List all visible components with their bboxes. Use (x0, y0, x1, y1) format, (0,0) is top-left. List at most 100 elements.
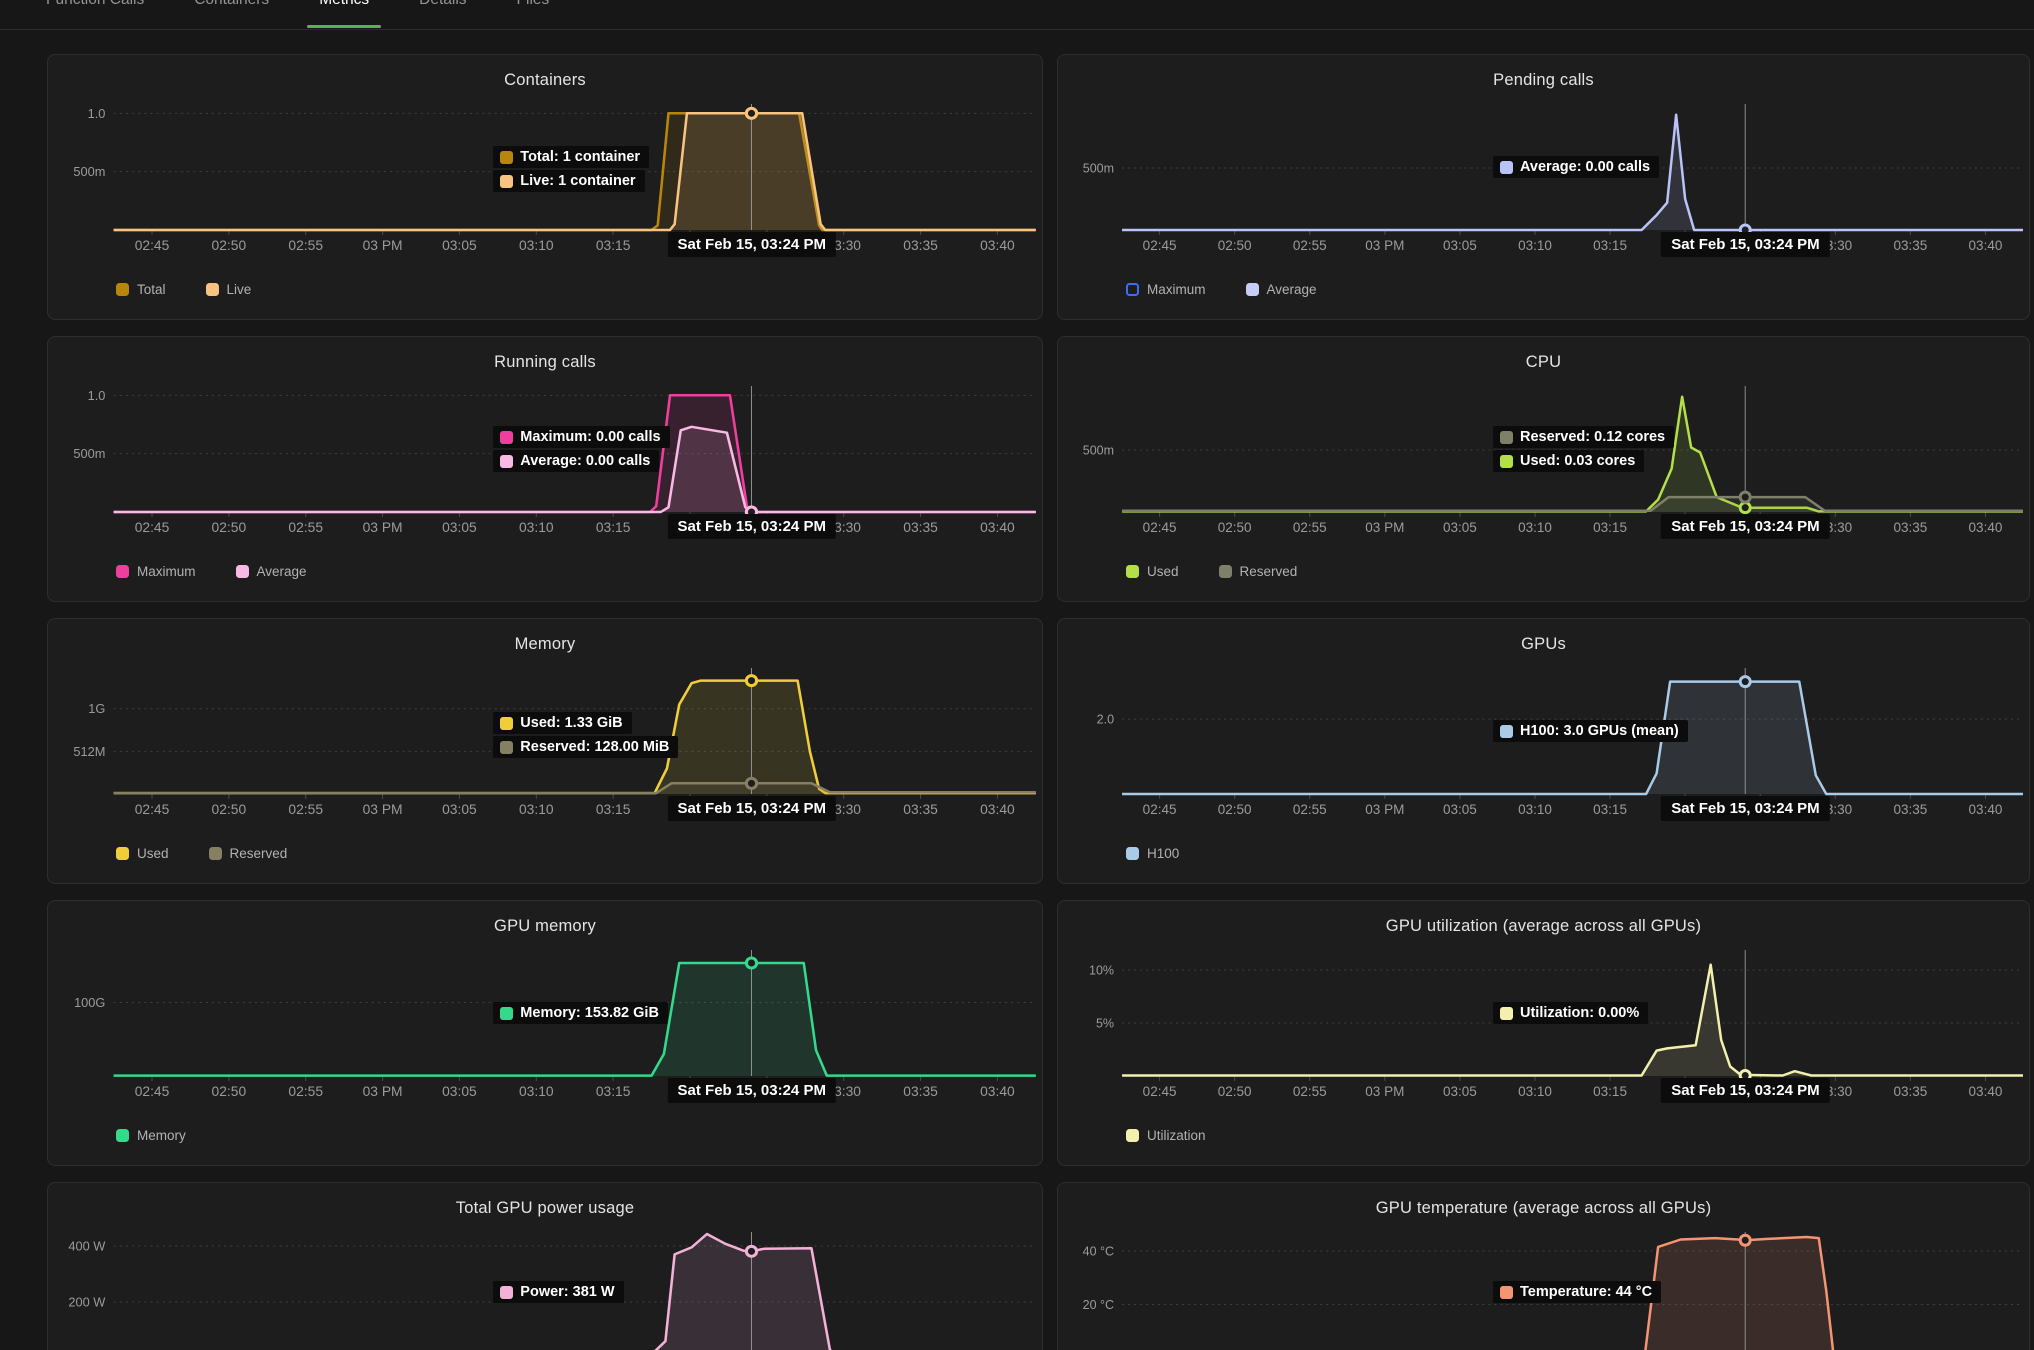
chart-card-gpu-memory: GPU memory 100G02:4502:5002:5503 PM03:05… (47, 900, 1043, 1166)
chart-canvas[interactable]: 1G512M02:4502:5002:5503 PM03:0503:1003:1… (48, 656, 1042, 836)
x-axis-tick-label: 02:45 (1143, 1084, 1177, 1099)
active-tab-underline-indicator (307, 25, 381, 28)
x-axis-tick-label: 03:20 (673, 238, 708, 253)
chart-plot-area[interactable]: 1G512M02:4502:5002:5503 PM03:0503:1003:1… (48, 656, 1042, 836)
chart-card-gpu-utilization-average-across-all-gpus: GPU utilization (average across all GPUs… (1057, 900, 2030, 1166)
legend-label: Total (137, 282, 166, 297)
tab-bar: Function Calls Containers Metrics Details Fi… (0, 0, 2034, 30)
series-line-utilization (1122, 965, 2023, 1076)
legend-item-average[interactable]: Average (236, 564, 307, 579)
legend-item-memory[interactable]: Memory (116, 1128, 186, 1143)
x-axis-tick-label: 03:40 (1969, 802, 2003, 817)
chart-plot-area[interactable]: 1.0500m02:4502:5002:5503 PM03:0503:1003:… (48, 92, 1042, 272)
chart-plot-area[interactable]: 10%5%02:4502:5002:5503 PM03:0503:1003:15… (1058, 938, 2029, 1118)
chart-canvas[interactable]: 10%5%02:4502:5002:5503 PM03:0503:1003:15… (1058, 938, 2029, 1118)
x-axis-tick-label: 03:15 (596, 802, 631, 817)
chart-card-containers: Containers 1.0500m02:4502:5002:5503 PM03… (47, 54, 1043, 320)
legend-item-total[interactable]: Total (116, 282, 166, 297)
tab-files[interactable]: Files (505, 0, 562, 28)
legend-item-reserved[interactable]: Reserved (1219, 564, 1298, 579)
chart-canvas[interactable]: 40 °C20 °C02:4502:5002:5503 PM03:0503:10… (1058, 1220, 2029, 1350)
series-area-used (1122, 397, 2023, 512)
x-axis-tick-label: 03:15 (1593, 520, 1627, 535)
x-axis-tick-label: 03:20 (673, 1084, 708, 1099)
x-axis-tick-label: 03:25 (750, 1084, 785, 1099)
y-axis-tick-label: 2.0 (1097, 713, 1114, 727)
x-axis-tick-label: 03 PM (1365, 802, 1404, 817)
chart-card-running-calls: Running calls 1.0500m02:4502:5002:5503 P… (47, 336, 1043, 602)
legend-label: Average (1267, 282, 1317, 297)
chart-canvas[interactable]: 100G02:4502:5002:5503 PM03:0503:1003:150… (48, 938, 1042, 1118)
legend-item-average[interactable]: Average (1246, 282, 1317, 297)
x-axis-tick-label: 03 PM (363, 238, 403, 253)
x-axis-tick-label: 03:20 (1668, 238, 1702, 253)
x-axis-tick-label: 03:20 (1668, 520, 1702, 535)
x-axis-tick-label: 03:20 (1668, 1084, 1702, 1099)
chart-canvas[interactable]: 2.002:4502:5002:5503 PM03:0503:1003:1503… (1058, 656, 2029, 836)
tab-label: Function Calls (46, 0, 144, 9)
x-axis-tick-label: 03:40 (980, 238, 1015, 253)
x-axis-tick-label: 03 PM (1365, 1084, 1404, 1099)
legend-item-used[interactable]: Used (1126, 564, 1179, 579)
tab-details[interactable]: Details (407, 0, 478, 28)
legend-swatch (116, 847, 129, 860)
legend-label: Maximum (1147, 282, 1206, 297)
legend-item-used[interactable]: Used (116, 846, 169, 861)
x-axis-tick-label: 02:45 (135, 802, 170, 817)
chart-title: GPU utilization (average across all GPUs… (1058, 901, 2029, 936)
x-axis-tick-label: 03:10 (1518, 520, 1552, 535)
chart-plot-area[interactable]: 2.002:4502:5002:5503 PM03:0503:1003:1503… (1058, 656, 2029, 836)
chart-canvas[interactable]: 1.0500m02:4502:5002:5503 PM03:0503:1003:… (48, 374, 1042, 554)
chart-plot-area[interactable]: 500m02:4502:5002:5503 PM03:0503:1003:150… (1058, 92, 2029, 272)
y-axis-tick-label: 1.0 (88, 107, 106, 121)
series-area-utilization (1122, 965, 2023, 1076)
legend-item-utilization[interactable]: Utilization (1126, 1128, 1206, 1143)
x-axis-tick-label: 03:35 (1893, 520, 1927, 535)
chart-plot-area[interactable]: 1.0500m02:4502:5002:5503 PM03:0503:1003:… (48, 374, 1042, 554)
chart-plot-area[interactable]: 500m02:4502:5002:5503 PM03:0503:1003:150… (1058, 374, 2029, 554)
crosshair-marker-power (746, 1246, 756, 1256)
x-axis-tick-label: 03:10 (519, 238, 554, 253)
legend-item-h100[interactable]: H100 (1126, 846, 1179, 861)
legend-item-maximum[interactable]: Maximum (116, 564, 196, 579)
tab-label: Details (419, 0, 466, 9)
x-axis-tick-label: 03:40 (980, 1084, 1015, 1099)
x-axis-tick-label: 02:50 (1218, 1084, 1252, 1099)
x-axis-tick-label: 02:45 (1143, 238, 1177, 253)
x-axis-tick-label: 03 PM (363, 1084, 403, 1099)
x-axis-tick-label: 03:40 (1969, 1084, 2003, 1099)
chart-canvas[interactable]: 1.0500m02:4502:5002:5503 PM03:0503:1003:… (48, 92, 1042, 272)
x-axis-tick-label: 03:30 (1818, 802, 1852, 817)
legend-swatch (116, 1129, 129, 1142)
x-axis-tick-label: 03:30 (826, 238, 861, 253)
chart-canvas[interactable]: 500m02:4502:5002:5503 PM03:0503:1003:150… (1058, 374, 2029, 554)
tab-metrics[interactable]: Metrics (307, 0, 381, 28)
chart-legend: H100 (1058, 846, 2029, 861)
series-area-used (114, 681, 1036, 794)
x-axis-tick-label: 02:50 (1218, 238, 1252, 253)
crosshair-marker-average (1740, 225, 1750, 235)
legend-item-maximum[interactable]: Maximum (1126, 282, 1206, 297)
legend-item-reserved[interactable]: Reserved (209, 846, 288, 861)
chart-card-gpu-temperature-average-across-all-gpus: GPU temperature (average across all GPUs… (1057, 1182, 2030, 1350)
chart-plot-area[interactable]: 100G02:4502:5002:5503 PM03:0503:1003:150… (48, 938, 1042, 1118)
x-axis-tick-label: 03:10 (1518, 238, 1552, 253)
tab-function-calls[interactable]: Function Calls (34, 0, 156, 28)
tab-containers[interactable]: Containers (182, 0, 281, 28)
chart-canvas[interactable]: 400 W200 W02:4502:5002:5503 PM03:0503:10… (48, 1220, 1042, 1350)
chart-plot-area[interactable]: 400 W200 W02:4502:5002:5503 PM03:0503:10… (48, 1220, 1042, 1350)
chart-plot-area[interactable]: 40 °C20 °C02:4502:5002:5503 PM03:0503:10… (1058, 1220, 2029, 1350)
crosshair-marker-memory (746, 958, 756, 968)
series-area-temperature (1122, 1237, 2023, 1350)
x-axis-tick-label: 03:15 (1593, 238, 1627, 253)
x-axis-tick-label: 03:30 (826, 1084, 861, 1099)
chart-canvas[interactable]: 500m02:4502:5002:5503 PM03:0503:1003:150… (1058, 92, 2029, 272)
x-axis-tick-label: 03:05 (1443, 1084, 1477, 1099)
x-axis-tick-label: 03:35 (903, 1084, 938, 1099)
legend-label: Reserved (1240, 564, 1298, 579)
x-axis-tick-label: 03:35 (903, 238, 938, 253)
series-area-memory (114, 963, 1036, 1076)
legend-item-live[interactable]: Live (206, 282, 252, 297)
y-axis-tick-label: 40 °C (1083, 1244, 1114, 1258)
x-axis-tick-label: 03 PM (363, 520, 403, 535)
